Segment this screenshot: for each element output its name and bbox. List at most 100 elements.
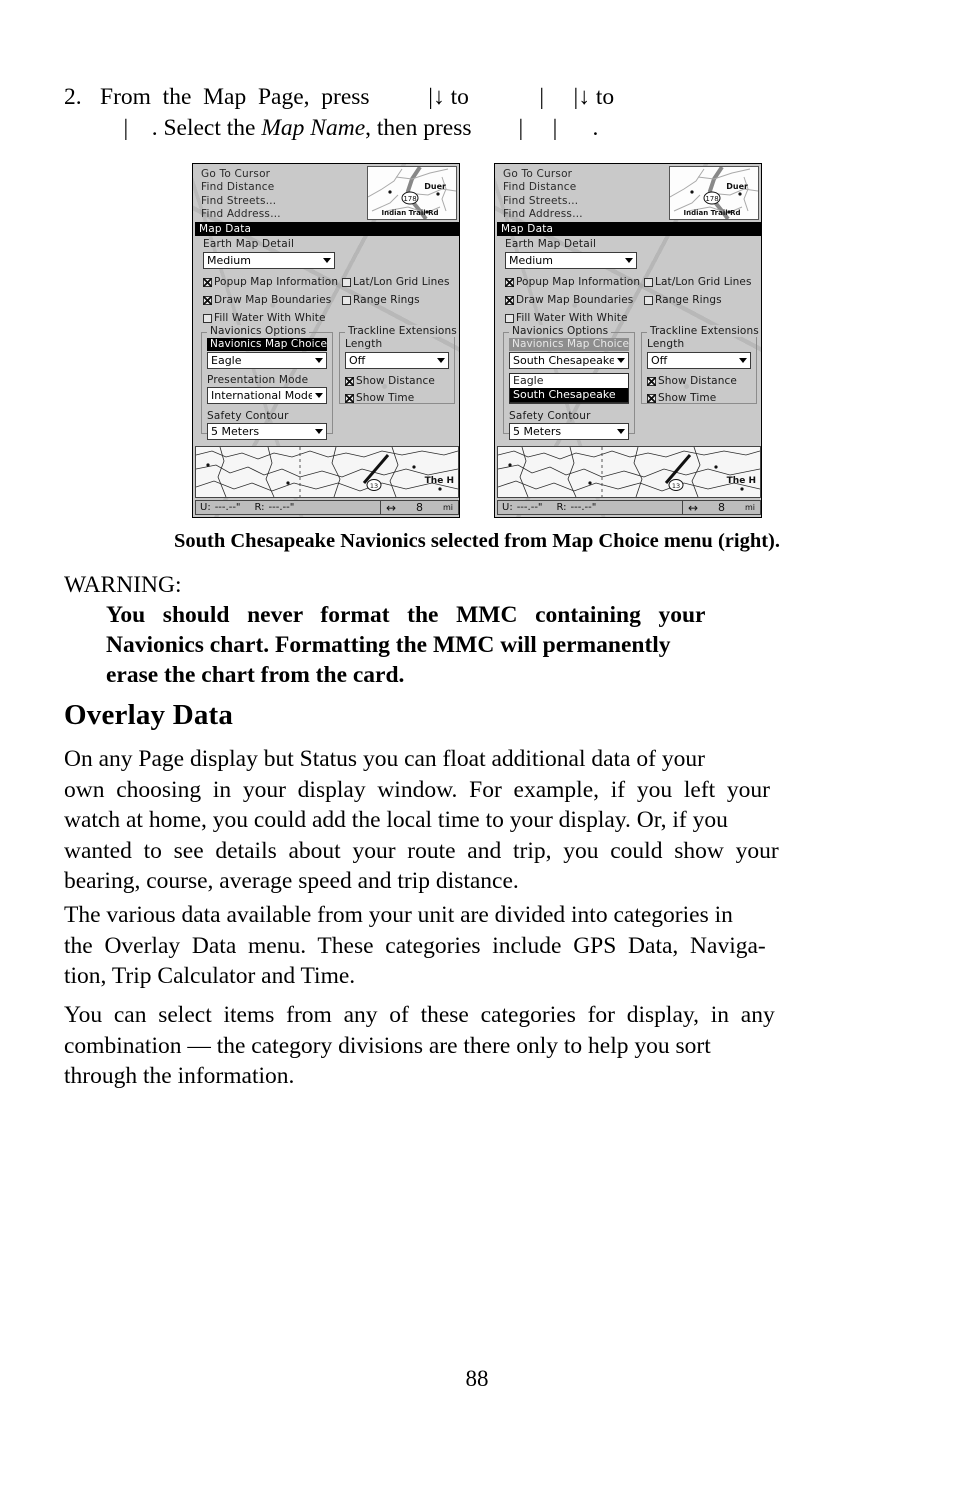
navionics-map-choice-dropdown-right[interactable]: Eagle South Chesapeake [509,373,629,403]
chevron-down-icon[interactable] [622,254,635,267]
chevron-down-icon[interactable] [736,354,749,367]
checkbox-fill-water-with-white-left[interactable]: Fill Water With White [203,312,326,324]
safety-contour-combo-left[interactable]: 5 Meters [207,423,327,440]
step-number: 2. [64,84,82,110]
checkbox-label: Popup Map Information [214,276,339,288]
checkbox-icon [505,295,514,305]
trackline-length-value-right: Off [651,354,668,367]
earth-map-detail-combo-left[interactable]: Medium [203,252,335,269]
status-r-value: ---.--" [268,502,295,513]
step-line-2-part-a: | . Select the [100,115,262,141]
safety-contour-combo-right[interactable]: 5 Meters [509,423,629,440]
chevron-down-icon[interactable] [312,354,325,367]
checkbox-icon [644,277,653,287]
zoom-unit: mi [744,503,755,512]
status-u-label: U: [200,502,211,513]
checkbox-popup-map-information-left[interactable]: Popup Map Information [203,276,338,288]
status-r-value: ---.--" [570,502,597,513]
warning-line-3: erase the chart from the card. [106,662,405,688]
checkbox-draw-map-boundaries-left[interactable]: Draw Map Boundaries [203,294,331,306]
warning-line-1: You should never format the MMC containi… [106,602,706,628]
checkbox-show-distance-right[interactable]: Show Distance [647,375,737,387]
zoom-unit: mi [442,503,453,512]
checkbox-range-rings-left[interactable]: Range Rings [342,294,420,306]
gps-screenshot-left: Go To Cursor Find Distance Find Streets…… [192,163,460,518]
presentation-mode-combo-left[interactable]: International Mode [207,387,327,404]
zoom-indicator-right[interactable]: ↔ 8 mi [682,500,760,515]
map-strip-right[interactable]: 13 The H [497,446,761,498]
navionics-map-choice-label-right[interactable]: Navionics Map Choice [509,338,629,351]
dropdown-option-south-chesapeake[interactable]: South Chesapeake [510,388,628,402]
left-right-arrow-icon: ↔ [688,500,699,515]
checkbox-lat-lon-grid-lines-right[interactable]: Lat/Lon Grid Lines [644,276,752,288]
navionics-map-choice-label-left[interactable]: Navionics Map Choice [207,338,327,351]
checkbox-show-distance-left[interactable]: Show Distance [345,375,435,387]
checkbox-show-time-right[interactable]: Show Time [647,392,716,404]
group-title: Navionics Options [207,325,310,337]
checkbox-label: Fill Water With White [214,312,326,324]
minimap-road-label-left: Indian Trail Rd [382,209,439,217]
earth-map-detail-value-left: Medium [207,254,251,267]
trackline-length-label-right: Length [647,338,685,350]
checkbox-icon [647,393,656,403]
page-number: 88 [465,1366,489,1391]
paragraph-line: On any Page display but Status you can f… [64,746,705,772]
zoom-indicator-left[interactable]: ↔ 8 mi [380,501,458,515]
step-line-2-part-b: , then press | | . [365,115,599,141]
checkbox-label: Range Rings [655,294,722,306]
checkbox-lat-lon-grid-lines-left[interactable]: Lat/Lon Grid Lines [342,276,450,288]
checkbox-label: Show Time [658,392,717,404]
paragraph-2: The various data available from your uni… [64,900,890,992]
paragraph-line: tion, Trip Calculator and Time. [64,963,356,989]
paragraph-line: through the information. [64,1063,295,1089]
paragraph-line: watch at home, you could add the local t… [64,807,728,833]
chevron-down-icon[interactable] [614,354,627,367]
checkbox-icon [647,376,656,386]
group-title: Trackline Extensions [345,325,459,337]
warning-body: You should never format the MMC containi… [106,600,890,690]
trackline-length-combo-left[interactable]: Off [345,352,449,369]
navionics-map-choice-value-right: South Chesapeake [513,354,616,367]
checkbox-icon [203,295,212,305]
dropdown-option-eagle[interactable]: Eagle [510,374,628,388]
checkbox-range-rings-right[interactable]: Range Rings [644,294,722,306]
checkbox-icon [505,277,514,287]
chevron-down-icon[interactable] [312,389,325,402]
checkbox-draw-map-boundaries-right[interactable]: Draw Map Boundaries [505,294,633,306]
checkbox-popup-map-information-right[interactable]: Popup Map Information [505,276,640,288]
status-u-label: U: [502,502,513,513]
trackline-length-combo-right[interactable]: Off [647,352,751,369]
chevron-down-icon[interactable] [320,254,333,267]
warning-block: WARNING: You should never format the MMC… [64,570,890,690]
checkbox-show-time-left[interactable]: Show Time [345,392,414,404]
group-title: Trackline Extensions [647,325,761,337]
earth-map-detail-combo-right[interactable]: Medium [505,252,637,269]
checkbox-fill-water-with-white-right[interactable]: Fill Water With White [505,312,628,324]
step-line-1: From the Map Page, press |↓ to | |↓ to [100,84,615,110]
paragraph-line: wanted to see details about your route a… [64,837,779,864]
chevron-down-icon[interactable] [614,425,627,438]
figure-caption: South Chesapeake Navionics selected from… [173,530,781,552]
earth-map-detail-value-right: Medium [509,254,553,267]
map-strip-left[interactable]: 13 The H [195,446,459,498]
chevron-down-icon[interactable] [312,425,325,438]
safety-contour-value-left: 5 Meters [211,425,260,438]
paragraph-line: combination — the category divisions are… [64,1032,711,1059]
minimap-left: 178 Duer Indian Trail Rd [367,166,457,220]
zoom-value: 8 [718,501,726,514]
dialog-title-left: Map Data [195,222,459,236]
step-line-2: | . Select the Map Name, then press | | … [100,113,890,144]
paragraph-1: On any Page display but Status you can f… [64,744,890,897]
checkbox-label: Lat/Lon Grid Lines [353,276,450,288]
dialog-title-right: Map Data [497,222,761,236]
map-strip-place-label-left: The H [425,476,454,486]
navionics-map-choice-combo-left[interactable]: Eagle [207,352,327,369]
checkbox-label: Range Rings [353,294,420,306]
screenshot-pair: Go To Cursor Find Distance Find Streets…… [192,163,762,518]
map-data-dialog-right: Earth Map Detail Medium Popup Map Inform… [497,236,761,446]
navionics-map-choice-combo-right[interactable]: South Chesapeake [509,352,629,369]
chevron-down-icon[interactable] [434,354,447,367]
checkbox-label: Show Time [356,392,415,404]
map-data-dialog-left: Earth Map Detail Medium Popup Map Inform… [195,236,459,446]
paragraph-line: own choosing in your display window. For… [64,776,770,803]
